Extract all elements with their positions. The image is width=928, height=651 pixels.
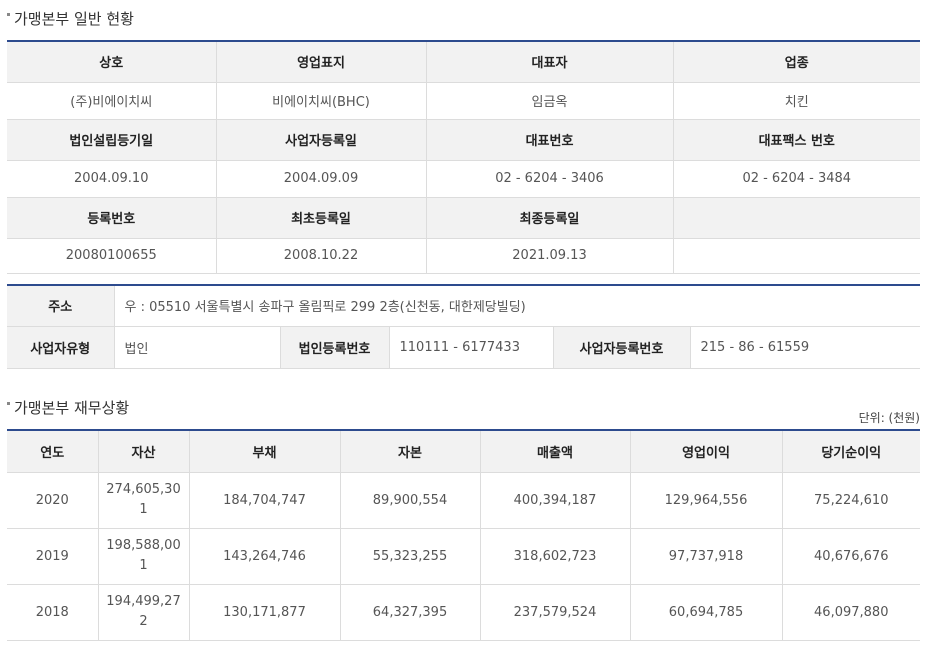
cell-equity: 89,900,554: [339, 472, 480, 529]
cell-net-income: 75,224,610: [781, 472, 920, 529]
general-info-table: 상호 영업표지 대표자 업종 (주)비에이치씨 비에이치씨(BHC) 임금옥 치…: [7, 40, 920, 274]
bullet-icon: [7, 402, 10, 405]
header-operating-income: 영업이익: [629, 430, 782, 473]
header-net-income: 당기순이익: [781, 430, 920, 473]
cell-year: 2018: [7, 584, 98, 641]
header-cell: 영업표지: [215, 41, 426, 83]
cell-revenue: 400,394,187: [479, 472, 630, 529]
header-cell: 사업자등록일: [215, 119, 426, 161]
header-cell: 대표팩스 번호: [672, 119, 920, 161]
header-cell: 업종: [672, 41, 920, 83]
biz-reg-value: 215 - 86 - 61559: [689, 326, 921, 369]
unit-label: 단위: (천원): [858, 411, 920, 425]
header-cell: 최종등록일: [425, 197, 673, 239]
table-row: 2019 198,588,001 143,264,746 55,323,255 …: [7, 528, 920, 585]
cell-assets: 198,588,001: [97, 528, 189, 585]
cell-net-income: 40,676,676: [781, 528, 920, 585]
biz-reg-label: 사업자등록번호: [552, 326, 690, 369]
table-row: 2020 274,605,301 184,704,747 89,900,554 …: [7, 472, 920, 529]
table-row: 주소 우 : 05510 서울특별시 송파구 올림픽로 299 2층(신천동, …: [7, 285, 921, 327]
table-row: 2004.09.10 2004.09.09 02 - 6204 - 3406 0…: [7, 160, 920, 198]
biz-type-value: 법인: [113, 326, 280, 369]
finance-title-text: 가맹본부 재무상황: [14, 399, 130, 417]
cell-equity: 64,327,395: [339, 584, 480, 641]
header-cell: 상호: [7, 41, 216, 83]
biz-type-label: 사업자유형: [7, 326, 114, 369]
cell-year: 2019: [7, 528, 98, 585]
main-fax: 02 - 6204 - 3484: [672, 160, 920, 198]
cell-revenue: 237,579,524: [479, 584, 630, 641]
company-name: (주)비에이치씨: [7, 82, 216, 120]
table-header-row: 연도 자산 부채 자본 매출액 영업이익 당기순이익: [7, 430, 920, 473]
address-table: 주소 우 : 05510 서울특별시 송파구 올림픽로 299 2층(신천동, …: [7, 284, 921, 369]
industry: 치킨: [672, 82, 920, 120]
table-header-row: 등록번호 최초등록일 최종등록일: [7, 197, 920, 239]
table-row: (주)비에이치씨 비에이치씨(BHC) 임금옥 치킨: [7, 82, 920, 120]
corp-reg-value: 110111 - 6177433: [388, 326, 553, 369]
cell-equity: 55,323,255: [339, 528, 480, 585]
cell-operating-income: 129,964,556: [629, 472, 782, 529]
incorporation-date: 2004.09.10: [7, 160, 216, 198]
corp-reg-label: 법인등록번호: [279, 326, 389, 369]
cell-operating-income: 60,694,785: [629, 584, 782, 641]
table-row: 2018 194,499,272 130,171,877 64,327,395 …: [7, 584, 920, 641]
cell-assets: 194,499,272: [97, 584, 189, 641]
header-cell: 등록번호: [7, 197, 216, 239]
header-revenue: 매출액: [479, 430, 630, 473]
address-value: 우 : 05510 서울특별시 송파구 올림픽로 299 2층(신천동, 대한제…: [113, 285, 921, 327]
finance-section-title: 가맹본부 재무상황: [7, 397, 129, 418]
cell-liabilities: 184,704,747: [188, 472, 340, 529]
table-row: 20080100655 2008.10.22 2021.09.13: [7, 238, 920, 274]
bullet-icon: [7, 13, 10, 16]
cell-year: 2020: [7, 472, 98, 529]
header-cell-empty: [672, 197, 920, 239]
brand-name: 비에이치씨(BHC): [215, 82, 426, 120]
empty-cell: [672, 238, 920, 274]
general-title-text: 가맹본부 일반 현황: [14, 10, 134, 28]
header-cell: 최초등록일: [215, 197, 426, 239]
table-header-row: 법인설립등기일 사업자등록일 대표번호 대표팩스 번호: [7, 119, 920, 161]
finance-table: 연도 자산 부채 자본 매출액 영업이익 당기순이익 2020 274,605,…: [7, 429, 920, 641]
header-assets: 자산: [97, 430, 189, 473]
first-registration-date: 2008.10.22: [215, 238, 426, 274]
header-liabilities: 부채: [188, 430, 340, 473]
header-equity: 자본: [339, 430, 480, 473]
general-section-title: 가맹본부 일반 현황: [7, 8, 134, 29]
address-label: 주소: [7, 285, 114, 327]
cell-revenue: 318,602,723: [479, 528, 630, 585]
header-cell: 대표번호: [425, 119, 673, 161]
cell-liabilities: 130,171,877: [188, 584, 340, 641]
table-row: 사업자유형 법인 법인등록번호 110111 - 6177433 사업자등록번호…: [7, 326, 921, 369]
cell-liabilities: 143,264,746: [188, 528, 340, 585]
ceo-name: 임금옥: [425, 82, 673, 120]
table-header-row: 상호 영업표지 대표자 업종: [7, 41, 920, 83]
header-cell: 대표자: [425, 41, 673, 83]
registration-number: 20080100655: [7, 238, 216, 274]
cell-operating-income: 97,737,918: [629, 528, 782, 585]
business-registration-date: 2004.09.09: [215, 160, 426, 198]
cell-assets: 274,605,301: [97, 472, 189, 529]
cell-net-income: 46,097,880: [781, 584, 920, 641]
last-registration-date: 2021.09.13: [425, 238, 673, 274]
header-year: 연도: [7, 430, 98, 473]
main-phone: 02 - 6204 - 3406: [425, 160, 673, 198]
header-cell: 법인설립등기일: [7, 119, 216, 161]
